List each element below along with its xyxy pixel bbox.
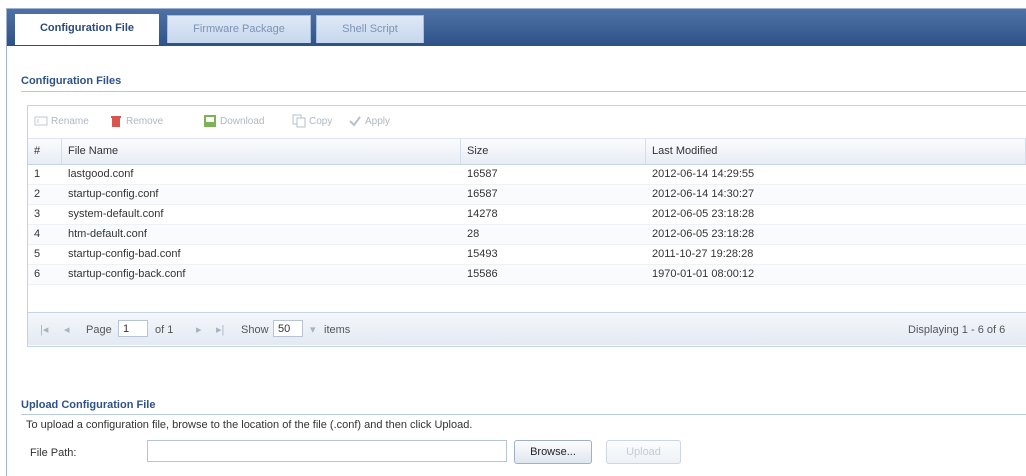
upload-configuration-title: Upload Configuration File <box>21 399 156 411</box>
column-header-size[interactable]: Size <box>461 139 646 164</box>
file-toolbar: Rename Remove Download Copy Apply <box>28 106 1026 139</box>
page-size-select[interactable]: 50 <box>273 320 303 337</box>
table-row[interactable]: 4 htm-default.conf 28 2012-06-05 23:18:2… <box>28 225 1026 245</box>
first-page-icon[interactable]: |◂ <box>40 322 48 338</box>
window-frame: Configuration File Firmware Package Shel… <box>6 8 1026 476</box>
configuration-files-panel: Rename Remove Download Copy Apply # File… <box>27 105 1026 347</box>
copy-button[interactable]: Copy <box>292 114 332 130</box>
file-name-cell: startup-config.conf <box>68 188 159 200</box>
upload-button[interactable]: Upload <box>606 440 681 464</box>
file-name-cell: lastgood.conf <box>68 168 134 180</box>
apply-label: Apply <box>365 116 391 127</box>
section-divider <box>21 91 1026 92</box>
last-modified-cell: 2012-06-14 14:30:27 <box>652 188 755 200</box>
pagination-bar: |◂ ◂ Page 1 of 1 ▸ ▸| Show 50 ▾ items Di… <box>28 312 1026 345</box>
top-margin <box>0 0 1026 8</box>
last-page-icon[interactable]: ▸| <box>216 322 224 338</box>
table-row[interactable]: 3 system-default.conf 14278 2012-06-05 2… <box>28 205 1026 225</box>
download-label: Download <box>220 116 265 127</box>
download-icon <box>203 114 217 128</box>
table-row[interactable]: 2 startup-config.conf 16587 2012-06-14 1… <box>28 185 1026 205</box>
size-cell: 28 <box>467 228 480 240</box>
remove-label: Remove <box>126 116 164 127</box>
items-label: items <box>324 324 351 336</box>
last-modified-cell: 2011-10-27 19:28:28 <box>652 248 754 260</box>
rename-icon <box>34 114 48 128</box>
row-number: 5 <box>34 248 41 260</box>
file-path-label: File Path: <box>30 447 77 459</box>
column-header-last-modified[interactable]: Last Modified <box>646 139 1026 164</box>
last-modified-cell: 2012-06-05 23:18:28 <box>652 208 755 220</box>
row-number: 1 <box>34 168 41 180</box>
table-row[interactable]: 6 startup-config-back.conf 15586 1970-01… <box>28 265 1026 285</box>
row-number: 3 <box>34 208 41 220</box>
prev-page-icon[interactable]: ◂ <box>64 322 70 338</box>
file-name-cell: system-default.conf <box>68 208 164 220</box>
row-number: 6 <box>34 268 41 280</box>
chevron-down-icon[interactable]: ▾ <box>310 322 316 338</box>
displaying-status: Displaying 1 - 6 of 6 <box>908 324 1006 336</box>
file-name-cell: startup-config-back.conf <box>68 268 186 280</box>
configuration-files-title: Configuration Files <box>21 75 122 87</box>
file-name-cell: htm-default.conf <box>68 228 147 240</box>
copy-label: Copy <box>309 116 333 127</box>
last-modified-cell: 2012-06-14 14:29:55 <box>652 168 755 180</box>
row-number: 4 <box>34 228 41 240</box>
upload-divider <box>21 414 1026 415</box>
rename-button[interactable]: Rename <box>34 114 89 130</box>
size-cell: 15586 <box>467 268 498 280</box>
upload-description: To upload a configuration file, browse t… <box>26 419 473 431</box>
last-modified-cell: 1970-01-01 08:00:12 <box>652 268 755 280</box>
last-modified-cell: 2012-06-05 23:18:28 <box>652 228 755 240</box>
file-path-input[interactable] <box>147 440 507 462</box>
page-count-label: of 1 <box>155 324 174 336</box>
size-cell: 16587 <box>467 188 498 200</box>
row-number: 2 <box>34 188 41 200</box>
size-cell: 15493 <box>467 248 498 260</box>
copy-icon <box>292 114 306 128</box>
table-row[interactable]: 5 startup-config-bad.conf 15493 2011-10-… <box>28 245 1026 265</box>
show-label: Show <box>241 324 269 336</box>
tab-bar: Configuration File Firmware Package Shel… <box>7 9 1026 46</box>
file-name-cell: startup-config-bad.conf <box>68 248 181 260</box>
page-number-input[interactable]: 1 <box>118 320 148 337</box>
column-header-number[interactable]: # <box>28 139 62 164</box>
table-row[interactable]: 1 lastgood.conf 16587 2012-06-14 14:29:5… <box>28 165 1026 185</box>
size-cell: 16587 <box>467 168 498 180</box>
trash-icon <box>109 114 123 128</box>
size-cell: 14278 <box>467 208 498 220</box>
next-page-icon[interactable]: ▸ <box>196 322 202 338</box>
tab-configuration-file[interactable]: Configuration File <box>15 14 159 45</box>
apply-button[interactable]: Apply <box>348 114 390 130</box>
column-header-file-name[interactable]: File Name <box>62 139 461 164</box>
page-label: Page <box>86 324 112 336</box>
apply-icon <box>348 114 362 128</box>
rename-label: Rename <box>51 116 89 127</box>
browse-button[interactable]: Browse... <box>514 440 592 464</box>
tab-firmware-package[interactable]: Firmware Package <box>167 15 311 43</box>
remove-button[interactable]: Remove <box>109 114 163 130</box>
tab-shell-script[interactable]: Shell Script <box>316 15 424 43</box>
table-header: # File Name Size Last Modified <box>28 139 1026 165</box>
download-button[interactable]: Download <box>203 114 264 130</box>
